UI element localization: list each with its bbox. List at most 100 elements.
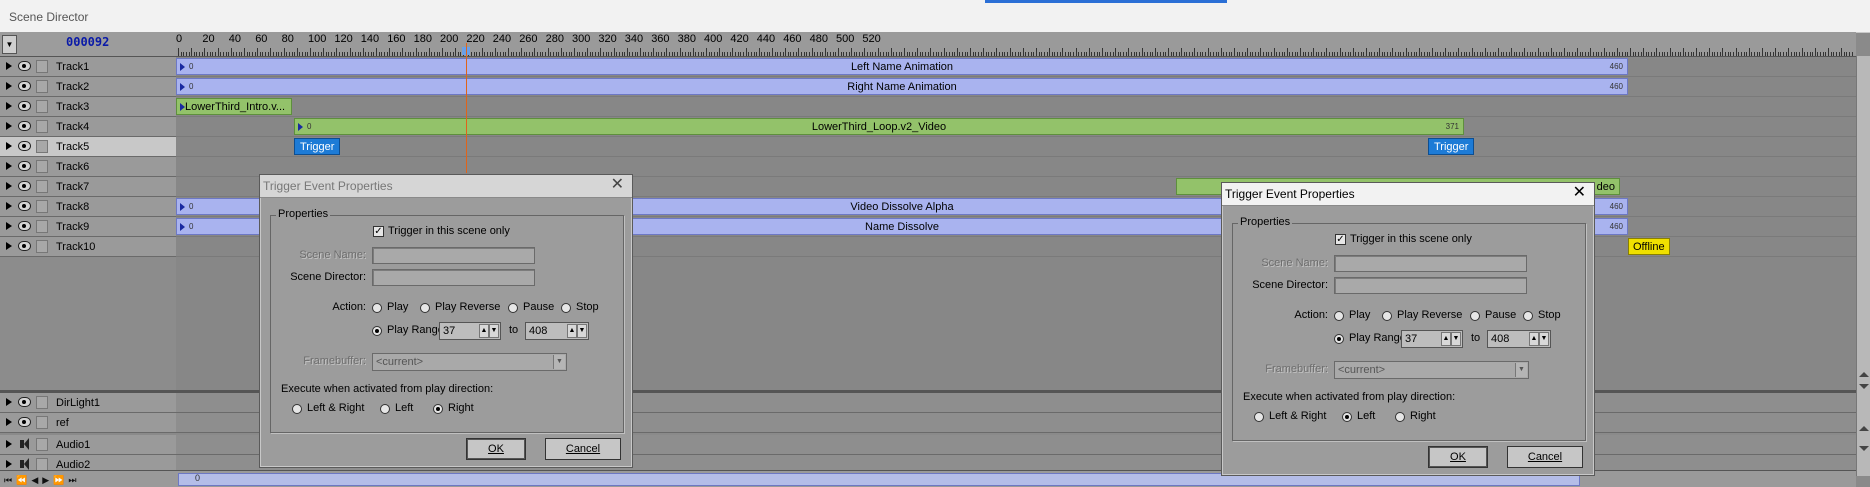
- clip-lowerthird-loop[interactable]: 0 LowerThird_Loop.v2_Video 371: [294, 118, 1464, 135]
- expand-arrow-icon[interactable]: [6, 162, 12, 170]
- clip-right-name-animation[interactable]: 0 Right Name Animation 460: [176, 78, 1628, 95]
- cancel-button[interactable]: Cancel: [545, 438, 621, 460]
- go-to-start-icon[interactable]: ⏮: [4, 475, 12, 486]
- stepper-up-icon[interactable]: ▲: [567, 324, 577, 338]
- track-row-track3[interactable]: Track3: [0, 97, 176, 117]
- speaker-icon[interactable]: [20, 458, 29, 470]
- stepper-down-icon[interactable]: ▼: [1451, 332, 1461, 346]
- eye-icon[interactable]: [18, 417, 31, 427]
- eye-icon[interactable]: [18, 101, 31, 111]
- direction-left-radio[interactable]: [380, 404, 390, 414]
- play-reverse-icon[interactable]: ◀: [31, 475, 38, 486]
- action-play-radio[interactable]: [1334, 311, 1344, 321]
- ok-button[interactable]: OK: [1428, 446, 1488, 468]
- rewind-icon[interactable]: ⏪: [16, 475, 27, 486]
- direction-left-right-radio[interactable]: [292, 404, 302, 414]
- lock-toggle-icon[interactable]: [36, 240, 48, 253]
- expand-arrow-icon[interactable]: [6, 122, 12, 130]
- frame-counter[interactable]: 000092: [66, 35, 109, 49]
- stepper-buttons[interactable]: ▲ ▼: [479, 324, 499, 338]
- lock-toggle-icon[interactable]: [36, 80, 48, 93]
- track-row-track4[interactable]: Track4: [0, 117, 176, 137]
- vertical-scrollbar[interactable]: [1856, 56, 1870, 476]
- lock-toggle-icon[interactable]: [36, 396, 48, 409]
- expand-arrow-icon[interactable]: [6, 222, 12, 230]
- stepper-up-icon[interactable]: ▲: [1441, 332, 1451, 346]
- dialog-titlebar[interactable]: Trigger Event Properties ✕: [1222, 183, 1594, 206]
- expand-arrow-icon[interactable]: [6, 398, 12, 406]
- chevron-down-icon[interactable]: ▼: [553, 355, 565, 369]
- scroll-up-icon[interactable]: [1859, 372, 1869, 377]
- fast-forward-icon[interactable]: ⏩: [53, 475, 64, 486]
- expand-arrow-icon[interactable]: [6, 62, 12, 70]
- lock-toggle-icon[interactable]: [36, 416, 48, 429]
- trigger-only-checkbox[interactable]: ✓: [1335, 234, 1346, 245]
- direction-left-radio[interactable]: [1342, 412, 1352, 422]
- play-icon[interactable]: ▶: [42, 475, 49, 486]
- expand-arrow-icon[interactable]: [6, 82, 12, 90]
- track-row-ref[interactable]: ref: [0, 413, 176, 433]
- scene-director-input[interactable]: [1334, 277, 1527, 294]
- track-row-track6[interactable]: Track6: [0, 157, 176, 177]
- lock-toggle-icon[interactable]: [36, 160, 48, 173]
- chevron-down-icon[interactable]: ▼: [1515, 363, 1527, 377]
- eye-icon[interactable]: [18, 201, 31, 211]
- trigger-only-checkbox[interactable]: ✓: [373, 226, 384, 237]
- framebuffer-select[interactable]: <current> ▼: [372, 353, 567, 371]
- range-to-stepper[interactable]: 408 ▲ ▼: [1487, 330, 1551, 348]
- framebuffer-select[interactable]: <current> ▼: [1334, 361, 1529, 379]
- action-pause-radio[interactable]: [508, 303, 518, 313]
- action-stop-radio[interactable]: [561, 303, 571, 313]
- stepper-buttons[interactable]: ▲ ▼: [1529, 332, 1549, 346]
- expand-arrow-icon[interactable]: [6, 142, 12, 150]
- action-play-reverse-radio[interactable]: [1382, 311, 1392, 321]
- play-range-radio[interactable]: [372, 326, 382, 336]
- ok-button[interactable]: OK: [466, 438, 526, 460]
- stepper-buttons[interactable]: ▲ ▼: [567, 324, 587, 338]
- cancel-button[interactable]: Cancel: [1507, 446, 1583, 468]
- track-row-track7[interactable]: Track7: [0, 177, 176, 197]
- track-row-track5[interactable]: Track5: [0, 137, 176, 157]
- stepper-down-icon[interactable]: ▼: [577, 324, 587, 338]
- track-row-track2[interactable]: Track2: [0, 77, 176, 97]
- lock-toggle-icon[interactable]: [36, 438, 48, 451]
- stepper-down-icon[interactable]: ▼: [489, 324, 499, 338]
- lock-toggle-icon[interactable]: [36, 140, 48, 153]
- stepper-down-icon[interactable]: ▼: [1539, 332, 1549, 346]
- track-row-track9[interactable]: Track9: [0, 217, 176, 237]
- lock-toggle-icon[interactable]: [36, 120, 48, 133]
- eye-icon[interactable]: [18, 81, 31, 91]
- stepper-up-icon[interactable]: ▲: [1529, 332, 1539, 346]
- close-icon[interactable]: ✕: [1573, 185, 1586, 201]
- dialog-titlebar[interactable]: Trigger Event Properties ✕: [260, 175, 632, 198]
- expand-arrow-icon[interactable]: [6, 242, 12, 250]
- direction-right-radio[interactable]: [1395, 412, 1405, 422]
- offline-badge[interactable]: Offline: [1628, 238, 1670, 255]
- lock-toggle-icon[interactable]: [36, 100, 48, 113]
- track-row-track1[interactable]: Track1: [0, 57, 176, 77]
- clip-left-name-animation[interactable]: 0 Left Name Animation 460: [176, 58, 1628, 75]
- scroll-down-icon[interactable]: [1859, 446, 1869, 451]
- expand-arrow-icon[interactable]: [6, 418, 12, 426]
- action-pause-radio[interactable]: [1470, 311, 1480, 321]
- track-row-track8[interactable]: Track8: [0, 197, 176, 217]
- close-icon[interactable]: ✕: [611, 177, 624, 193]
- action-stop-radio[interactable]: [1523, 311, 1533, 321]
- eye-icon[interactable]: [18, 61, 31, 71]
- scene-name-input[interactable]: [1334, 255, 1527, 272]
- scroll-down-icon[interactable]: [1859, 384, 1869, 389]
- eye-icon[interactable]: [18, 161, 31, 171]
- clip-lowerthird-intro[interactable]: LowerThird_Intro.v...: [176, 98, 292, 115]
- action-play-radio[interactable]: [372, 303, 382, 313]
- timeline-ruler[interactable]: 0 20 40 60 80 100 120 140 160 180 200 220 240 260 280 3…: [176, 32, 1856, 57]
- range-from-stepper[interactable]: 37 ▲ ▼: [439, 322, 501, 340]
- go-to-end-icon[interactable]: ⏭: [68, 475, 76, 486]
- scene-director-input[interactable]: [372, 269, 535, 286]
- eye-icon[interactable]: [18, 121, 31, 131]
- lock-toggle-icon[interactable]: [36, 60, 48, 73]
- scene-name-input[interactable]: [372, 247, 535, 264]
- eye-icon[interactable]: [18, 397, 31, 407]
- scroll-up-icon[interactable]: [1859, 426, 1869, 431]
- expand-arrow-icon[interactable]: [6, 102, 12, 110]
- eye-icon[interactable]: [18, 141, 31, 151]
